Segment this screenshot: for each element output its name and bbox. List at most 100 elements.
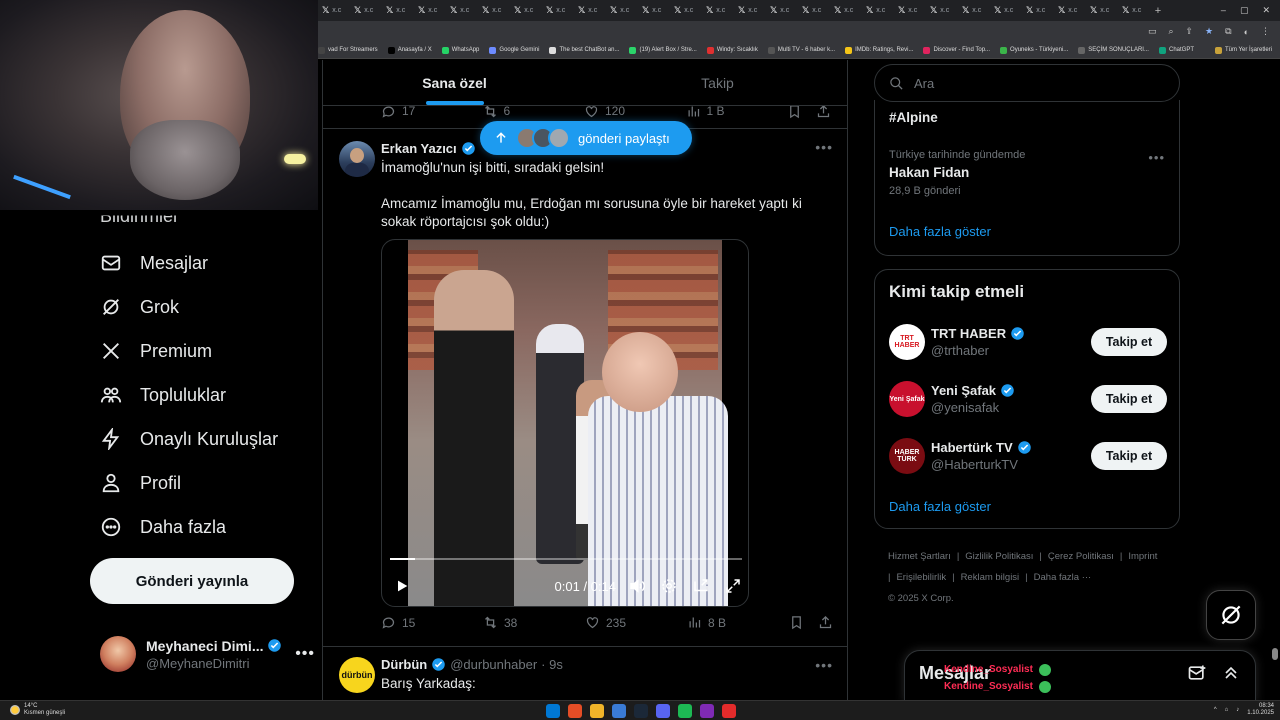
post-button[interactable]: Gönderi yayınla [90, 558, 294, 604]
nav-item-verified-orgs[interactable]: Onaylı Kuruluşlar [100, 428, 278, 450]
profile-icon[interactable]: ◐ [1244, 27, 1249, 37]
taskbar-app-icon[interactable] [634, 704, 648, 718]
browser-tab[interactable]: 𝕏x.c [1118, 2, 1150, 20]
follow-suggestion[interactable]: Yeni Şafak Yeni Şafak @yenisafak Takip e… [889, 379, 1167, 419]
footer-link[interactable]: © 2025 X Corp. [888, 593, 954, 604]
volume-icon[interactable] [628, 577, 646, 595]
video-player[interactable]: 0:01 / 0:14 [381, 239, 749, 607]
bookmark-item[interactable]: Google Gemini [489, 46, 539, 54]
tweet-author-name[interactable]: Erkan Yazıcı [381, 141, 457, 156]
page-scrollbar[interactable] [1272, 60, 1278, 700]
taskbar-app-icon[interactable] [546, 704, 560, 718]
taskbar-app-icon[interactable] [722, 704, 736, 718]
follow-suggestion[interactable]: TRT HABER TRT HABER @trthaber Takip et [889, 322, 1167, 362]
browser-tab[interactable]: 𝕏x.c [414, 2, 446, 20]
clock-date[interactable]: 1.10.2025 [1247, 710, 1274, 717]
weather-widget[interactable]: 14°C Kısmen güneşli [10, 703, 65, 717]
nav-item-grok[interactable]: Grok [100, 296, 179, 318]
tweet-author-name[interactable]: Dürbün [381, 657, 427, 672]
browser-tab[interactable]: 𝕏x.c [350, 2, 382, 20]
like-button[interactable]: 235 [585, 615, 687, 630]
bookmark-item[interactable]: Oyuneks - Türkiyeni... [1000, 46, 1068, 54]
share-icon[interactable]: ⇪ [1186, 26, 1194, 37]
bookmark-item[interactable]: (19) Alert Box / Stre... [629, 46, 697, 54]
taskbar-app-icon[interactable] [612, 704, 626, 718]
browser-tab[interactable]: 𝕏x.c [478, 2, 510, 20]
bookmark-item[interactable]: Multi TV - 6 haber k... [767, 46, 835, 54]
account-switcher[interactable]: Meyhaneci Dimi... @MeyhaneDimitri ••• [100, 636, 315, 672]
tweet-author-handle[interactable]: @durbunhaber [450, 657, 537, 672]
browser-tab[interactable]: 𝕏x.c [510, 2, 542, 20]
browser-tab[interactable]: 𝕏x.c [766, 2, 798, 20]
menu-icon[interactable]: ⋮ [1261, 26, 1270, 37]
bookmark-item[interactable]: vad For Streamers [318, 46, 378, 54]
tweet-more-icon[interactable]: ••• [815, 139, 833, 155]
taskbar-app-icon[interactable] [590, 704, 604, 718]
reply-button[interactable]: 15 [381, 615, 483, 630]
follow-button[interactable]: Takip et [1091, 442, 1167, 470]
browser-tab[interactable]: 𝕏x.c [734, 2, 766, 20]
scrollbar-thumb[interactable] [1272, 648, 1278, 660]
nav-item-premium[interactable]: Premium [100, 340, 212, 362]
browser-tab[interactable]: 𝕏x.c [926, 2, 958, 20]
minimize-icon[interactable]: – [1221, 5, 1226, 16]
show-more-link[interactable]: Daha fazla göster [889, 224, 991, 239]
close-icon[interactable]: ✕ [1262, 5, 1270, 16]
footer-link[interactable]: Gizlilik Politikası [965, 551, 1033, 562]
volume-icon[interactable]: ♪ [1236, 707, 1239, 714]
tray-chevron-icon[interactable]: ^ [1214, 707, 1217, 714]
browser-tab[interactable]: 𝕏x.c [574, 2, 606, 20]
browser-tab[interactable]: 𝕏x.c [894, 2, 926, 20]
all-bookmarks-folder[interactable]: Tüm Yer İşaretleri [1214, 46, 1280, 54]
bookmark-item[interactable]: Discover - Find Top... [923, 46, 990, 54]
repost-button[interactable]: 38 [483, 615, 585, 630]
chevron-up-icon[interactable] [1221, 663, 1241, 683]
new-tab-button[interactable]: + [1150, 5, 1166, 17]
follow-button[interactable]: Takip et [1091, 328, 1167, 356]
footer-link[interactable]: Hizmet Şartları [888, 551, 951, 562]
browser-tab[interactable]: 𝕏x.c [1054, 2, 1086, 20]
browser-tab[interactable]: 𝕏x.c [702, 2, 734, 20]
video-progress-bar[interactable] [390, 558, 742, 560]
bookmark-item[interactable]: SEÇİM SONUÇLARI... [1078, 46, 1149, 54]
follow-button[interactable]: Takip et [1091, 385, 1167, 413]
browser-tab[interactable]: 𝕏x.c [542, 2, 574, 20]
tweet-more-icon[interactable]: ••• [815, 657, 833, 673]
nav-item-communities[interactable]: Topluluklar [100, 384, 226, 406]
browser-tab[interactable]: 𝕏x.c [1086, 2, 1118, 20]
footer-link[interactable]: Erişilebilirlik [896, 572, 946, 583]
footer-link[interactable]: Daha fazla ··· [1034, 572, 1092, 583]
tweet[interactable]: Erkan Yazıcı ••• İmamoğlu'nun işi bitti,… [323, 128, 847, 646]
new-message-icon[interactable] [1187, 663, 1207, 683]
bookmark-item[interactable]: Windy: Sıcaklık [706, 46, 758, 54]
nav-item-notifications-partial[interactable]: Bildirimler [100, 215, 179, 227]
browser-tab[interactable]: 𝕏x.c [958, 2, 990, 20]
follow-suggestion[interactable]: HABER TÜRK Habertürk TV @HaberturkTV Tak… [889, 436, 1167, 476]
footer-link[interactable]: Çerez Politikası [1048, 551, 1114, 562]
extensions-icon[interactable]: ⧉ [1225, 26, 1231, 37]
zoom-icon[interactable]: ⌕ [1168, 26, 1173, 37]
bookmark-item[interactable]: ChatGPT [1158, 46, 1194, 54]
bookmark-icon[interactable] [789, 615, 804, 630]
footer-link[interactable]: Imprint [1128, 551, 1157, 562]
grok-button[interactable] [1206, 590, 1256, 640]
avatar[interactable]: dürbün [339, 657, 375, 693]
clock-time[interactable]: 08:34 [1247, 703, 1274, 710]
account-more-icon[interactable]: ••• [295, 645, 315, 663]
views-button[interactable]: 8 B [687, 615, 789, 630]
browser-tab[interactable]: 𝕏x.c [798, 2, 830, 20]
browser-tab[interactable]: 𝕏x.c [990, 2, 1022, 20]
bookmark-star-icon[interactable]: ★ [1205, 26, 1213, 37]
nav-item-more[interactable]: Daha fazla [100, 516, 226, 538]
trend-name[interactable]: Hakan Fidan [889, 165, 969, 180]
share-icon[interactable] [818, 615, 833, 630]
bookmark-item[interactable]: Anasayfa / X [387, 46, 432, 54]
bookmark-item[interactable]: IMDb: Ratings, Revi... [845, 46, 913, 54]
fullscreen-icon[interactable] [724, 577, 742, 595]
bookmark-item[interactable]: WhatsApp [441, 46, 479, 54]
browser-tab[interactable]: 𝕏x.c [862, 2, 894, 20]
footer-link[interactable]: Reklam bilgisi [961, 572, 1020, 583]
bookmark-item[interactable]: The best ChatBot an... [549, 46, 619, 54]
nav-item-profile[interactable]: Profil [100, 472, 181, 494]
browser-tab[interactable]: 𝕏x.c [382, 2, 414, 20]
